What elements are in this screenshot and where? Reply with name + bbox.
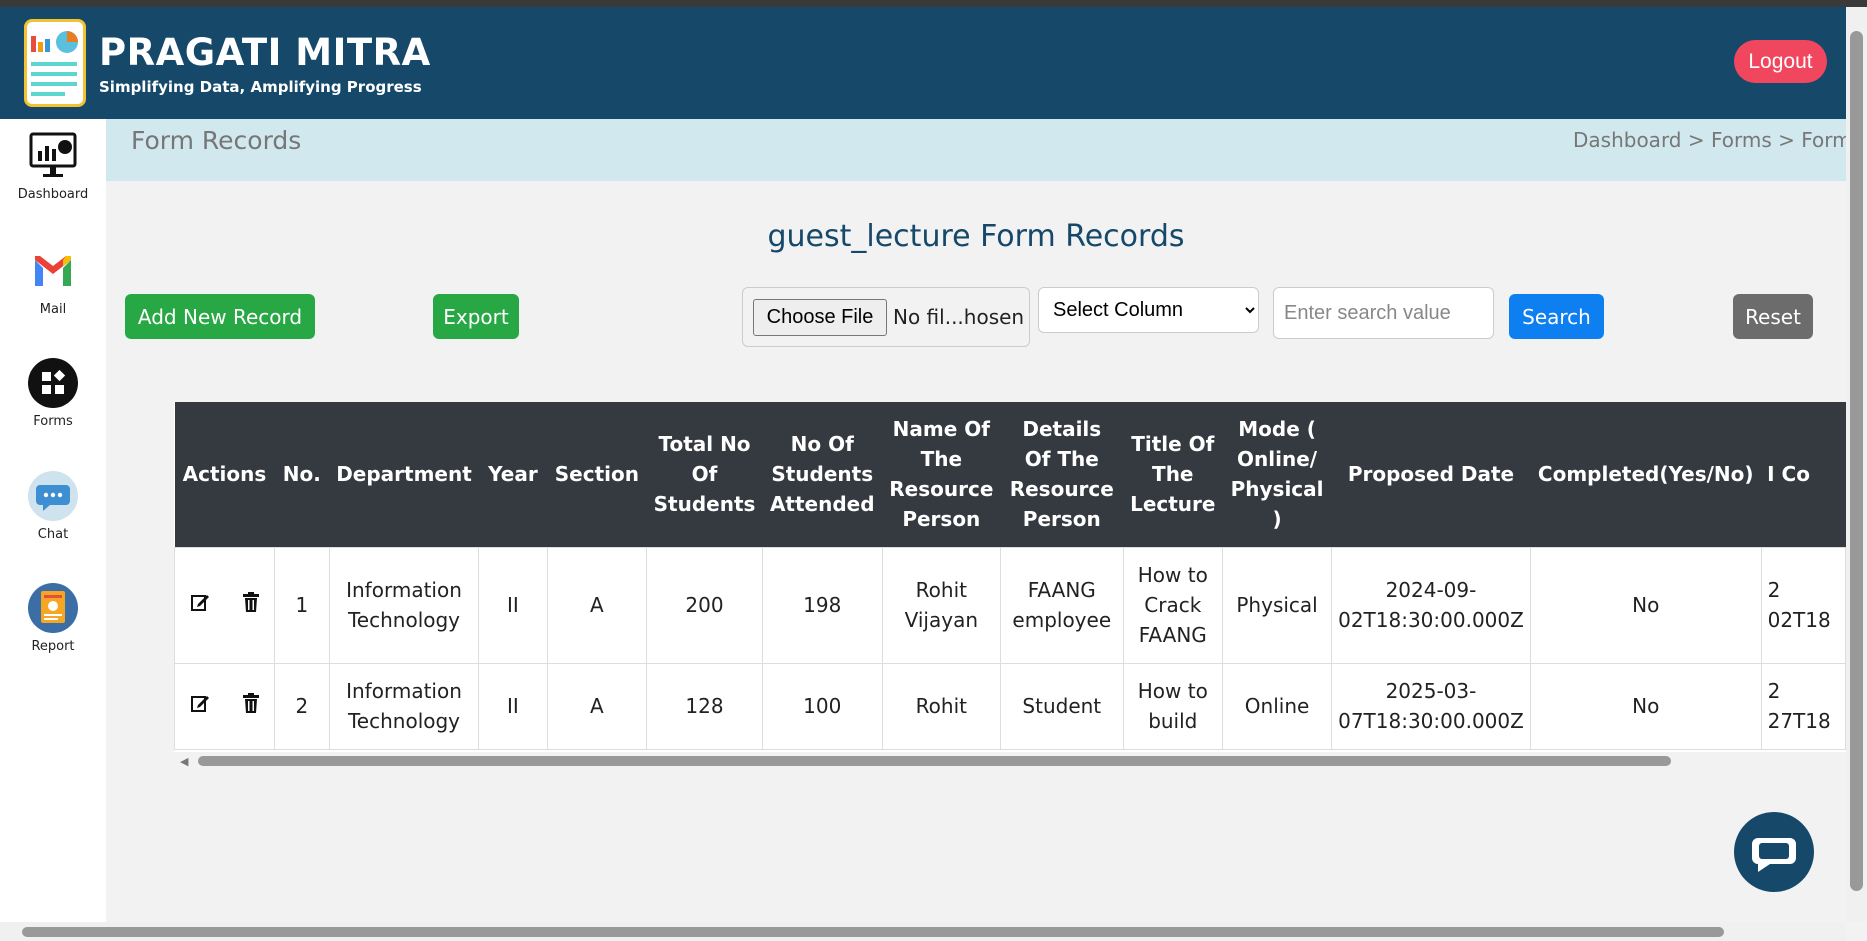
row-resource-name: Rohit	[881, 662, 1002, 750]
col-actions: Actions	[174, 402, 275, 547]
row-department: Information Technology	[328, 546, 480, 664]
breadcrumb[interactable]: Dashboard > Forms > Form	[1573, 128, 1846, 152]
brand-subtitle: Simplifying Data, Amplifying Progress	[99, 78, 422, 96]
table-header-row: Actions No. Department Year Section Tota…	[174, 402, 1846, 547]
form-heading: guest_lecture Form Records	[767, 219, 1185, 254]
sidebar-item-report[interactable]: Report	[0, 583, 106, 654]
col-proposed-date: Proposed Date	[1331, 402, 1531, 547]
reset-button[interactable]: Reset	[1733, 294, 1813, 339]
row-department: Information Technology	[328, 662, 480, 750]
page-vertical-scrollbar[interactable]	[1846, 7, 1867, 922]
table-scroll-thumb[interactable]	[198, 756, 1671, 766]
report-icon	[28, 583, 78, 633]
chat-icon	[28, 471, 78, 521]
row-total-students: 200	[646, 546, 763, 664]
row-actions	[174, 662, 275, 750]
sidebar-item-dashboard[interactable]: Dashboard	[0, 131, 106, 202]
column-select[interactable]: Select Column	[1038, 287, 1259, 333]
app-logo	[24, 19, 86, 107]
table-row: 1 Information Technology II A 200 198 Ro…	[174, 546, 1846, 664]
col-students-attended: No Of Students Attended	[762, 402, 883, 547]
choose-file-button[interactable]: Choose File	[753, 299, 887, 336]
sidebar-label-forms: Forms	[33, 414, 73, 429]
records-table: Actions No. Department Year Section Tota…	[174, 402, 1846, 750]
sidebar-label-dashboard: Dashboard	[17, 187, 89, 202]
file-name: No fil...hosen	[893, 305, 1025, 329]
sidebar-item-forms[interactable]: Forms	[0, 358, 106, 429]
col-completed: Completed(Yes/No)	[1530, 402, 1762, 547]
row-students-attended: 198	[761, 546, 883, 664]
col-partial: I Co	[1761, 402, 1846, 547]
delete-icon[interactable]	[241, 691, 261, 721]
sidebar: Dashboard Mail Forms Chat Report	[0, 119, 106, 922]
page-vertical-scroll-thumb[interactable]	[1850, 31, 1863, 891]
row-year: II	[478, 546, 548, 664]
row-partial: 2 27T18	[1760, 662, 1846, 750]
chat-fab-button[interactable]	[1734, 812, 1814, 892]
table-horizontal-scrollbar[interactable]: ◀	[174, 752, 1846, 770]
search-input[interactable]	[1273, 287, 1494, 339]
row-proposed-date: 2024-09-02T18:30:00.000Z	[1331, 546, 1531, 664]
sidebar-label-chat: Chat	[37, 527, 69, 542]
chat-bubble-icon	[1752, 838, 1796, 872]
col-resource-details: Details Of The Resource Person	[1000, 402, 1124, 547]
scroll-left-arrow-icon[interactable]: ◀	[180, 755, 188, 768]
row-section: A	[546, 546, 648, 664]
row-mode: Physical	[1222, 546, 1333, 664]
logout-button[interactable]: Logout	[1734, 40, 1827, 83]
col-mode: Mode ( Online/ Physical )	[1222, 402, 1332, 547]
col-section: Section	[547, 402, 647, 547]
forms-icon	[28, 358, 78, 408]
col-lecture-title: Title Of The Lecture	[1123, 402, 1223, 547]
main-content: Form Records Dashboard > Forms > Form gu…	[106, 119, 1846, 922]
brand-title: PRAGATI MITRA	[99, 31, 431, 74]
col-department: Department	[329, 402, 479, 547]
sidebar-item-mail[interactable]: Mail	[0, 246, 106, 317]
sidebar-item-chat[interactable]: Chat	[0, 471, 106, 542]
app-header: PRAGATI MITRA Simplifying Data, Amplifyi…	[0, 7, 1846, 119]
row-total-students: 128	[646, 662, 763, 750]
row-students-attended: 100	[761, 662, 883, 750]
row-actions	[174, 546, 275, 664]
col-year: Year	[478, 402, 548, 547]
export-button[interactable]: Export	[433, 294, 519, 339]
row-proposed-date: 2025-03-07T18:30:00.000Z	[1331, 662, 1531, 750]
records-table-wrapper: Actions No. Department Year Section Tota…	[174, 402, 1846, 770]
row-no: 1	[273, 546, 330, 664]
sidebar-label-report: Report	[31, 639, 75, 654]
row-section: A	[546, 662, 648, 750]
dashboard-icon	[29, 132, 77, 177]
col-total-students: Total No Of Students	[646, 402, 763, 547]
col-no: No.	[274, 402, 330, 547]
page-title: Form Records	[131, 126, 302, 155]
row-no: 2	[273, 662, 330, 750]
add-new-record-button[interactable]: Add New Record	[125, 294, 315, 339]
mail-icon	[35, 256, 71, 286]
col-resource-name: Name Of The Resource Person	[882, 402, 1001, 547]
row-completed: No	[1529, 546, 1762, 664]
row-lecture-title: How to Crack FAANG	[1122, 546, 1224, 664]
row-lecture-title: How to build	[1122, 662, 1224, 750]
row-resource-details: FAANG employee	[1000, 546, 1124, 664]
window-top-edge	[0, 0, 1867, 7]
sidebar-label-mail: Mail	[39, 302, 67, 317]
file-upload: Choose File No fil...hosen	[742, 287, 1030, 347]
edit-icon[interactable]	[188, 590, 212, 620]
search-button[interactable]: Search	[1509, 294, 1604, 339]
page-horizontal-scroll-thumb[interactable]	[22, 927, 1724, 937]
delete-icon[interactable]	[241, 590, 261, 620]
row-partial: 2 02T18	[1760, 546, 1846, 664]
title-bar: Form Records Dashboard > Forms > Form	[106, 119, 1846, 181]
row-resource-details: Student	[1000, 662, 1124, 750]
row-completed: No	[1529, 662, 1762, 750]
row-year: II	[478, 662, 548, 750]
page-horizontal-scrollbar[interactable]	[0, 922, 1846, 941]
table-row: 2 Information Technology II A 128 100 Ro…	[174, 662, 1846, 750]
row-mode: Online	[1222, 662, 1333, 750]
row-resource-name: Rohit Vijayan	[881, 546, 1002, 664]
edit-icon[interactable]	[188, 691, 212, 721]
